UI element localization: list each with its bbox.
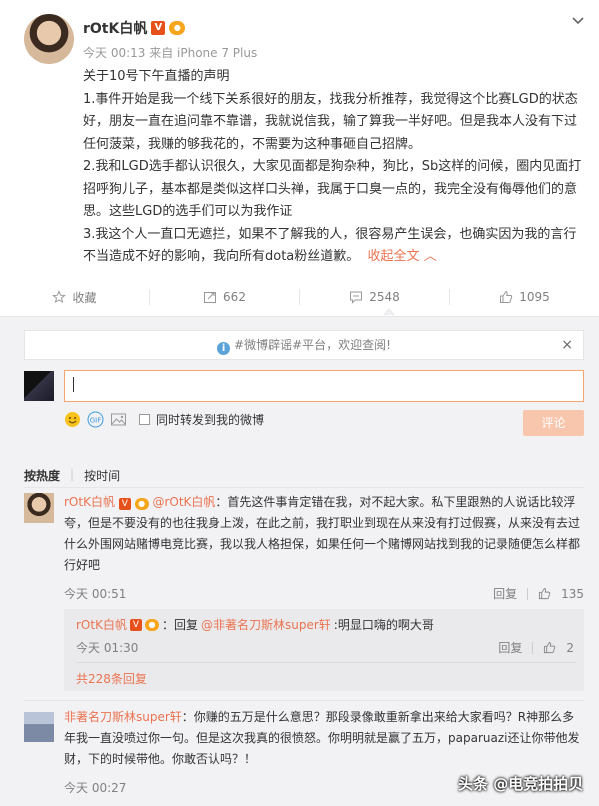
comment-icon <box>350 291 363 304</box>
level-badge-icon: ● <box>169 21 186 35</box>
verified-badge: V <box>118 498 131 510</box>
gif-icon[interactable]: GIF <box>87 411 104 428</box>
thumbs-up-icon <box>500 290 513 303</box>
repost-count: 662 <box>223 290 246 304</box>
favorite-button[interactable]: 收藏 <box>0 289 149 305</box>
divider <box>527 587 529 600</box>
reply-button[interactable]: 回复 <box>498 639 522 656</box>
commenter-avatar[interactable] <box>24 493 54 523</box>
commenter-name[interactable]: 非著名刀斯林super轩 <box>64 710 182 724</box>
reply-author[interactable]: rOtK白帆 <box>76 616 127 633</box>
mention-link[interactable]: @rOtK白帆 <box>152 495 215 509</box>
favorite-label: 收藏 <box>72 290 97 305</box>
emoji-icon[interactable] <box>64 411 81 428</box>
close-icon[interactable]: × <box>561 331 573 359</box>
verified-badge: V <box>129 618 142 631</box>
post-paragraph: 1.事件开始是我一个线下关系很好的朋友，找我分析推荐，我觉得这个比赛LGD的状态… <box>83 91 578 152</box>
mention-link[interactable]: @非著名刀斯林super轩 <box>201 616 331 633</box>
comment-button[interactable]: 2548 <box>299 289 449 305</box>
info-icon: i <box>217 342 231 355</box>
reply-like-count: 2 <box>566 640 574 655</box>
chevron-up-icon[interactable]: ︿ <box>420 249 437 264</box>
comment-count: 2548 <box>369 290 400 304</box>
repost-icon <box>204 292 217 303</box>
comment-time: 今天 00:51 <box>64 587 127 601</box>
notice-text: #微博辟谣#平台，欢迎查阅! <box>234 338 391 352</box>
star-icon <box>52 290 67 304</box>
post-author[interactable]: rOtK白帆 V ● <box>83 18 186 38</box>
sort-tabs: 按热度 | 按时间 <box>24 467 120 484</box>
reply-actions: 回复 2 <box>498 639 574 656</box>
post-action-bar: 收藏 662 2548 1095 <box>0 284 599 310</box>
submit-comment-button[interactable]: 评论 <box>523 410 584 436</box>
tab-sort-hot[interactable]: 按热度 <box>24 467 60 484</box>
repost-checkbox-label: 同时转发到我的微博 <box>156 412 265 427</box>
post-meta: 今天 00:13 来自 iPhone 7 Plus <box>83 46 258 60</box>
post-paragraph: 3.我这个人一直口无遮拦，如果不了解我的人，很容易产生误会，也确实因为我的言行不… <box>83 226 577 265</box>
comment-actions: 回复 135 <box>493 585 584 602</box>
like-count: 1095 <box>519 290 550 304</box>
svg-text:GIF: GIF <box>90 416 102 424</box>
divider <box>24 700 584 701</box>
my-avatar[interactable] <box>24 371 54 401</box>
divider <box>24 487 584 488</box>
post-paragraph: 2.我和LGD选手都认识很久，大家见面都是狗杂种，狗比，Sb这样的问候，圈内见面… <box>83 159 582 219</box>
sub-reply: rOtK白帆 V ● ：回复 @非著名刀斯林super轩:明显口嗨的啊大哥 <box>76 616 434 633</box>
tab-sort-time[interactable]: 按时间 <box>84 467 120 484</box>
level-badge-icon: ● <box>134 498 149 510</box>
thumbs-up-icon[interactable] <box>538 587 551 600</box>
commenter-avatar[interactable] <box>24 712 54 742</box>
more-replies-link[interactable]: 共228条回复 <box>76 670 147 687</box>
repost-checkbox[interactable] <box>139 413 150 425</box>
thumbs-up-icon[interactable] <box>543 641 556 654</box>
watermark: 头条 @电竞拍拍贝 <box>458 775 584 793</box>
caret-up-icon <box>384 309 394 315</box>
collapse-link[interactable]: 收起全文 <box>368 249 420 264</box>
post-avatar[interactable] <box>24 14 74 64</box>
reply-time: 今天 01:30 <box>76 641 139 655</box>
comment-toolbar: GIF 同时转发到我的微博 <box>64 410 264 428</box>
level-badge-icon: ● <box>144 618 159 631</box>
comment-input[interactable] <box>64 370 584 402</box>
rumor-notice[interactable]: i #微博辟谣#平台，欢迎查阅! × <box>24 330 584 360</box>
commenter-name[interactable]: rOtK白帆 <box>64 495 115 509</box>
reply-button[interactable]: 回复 <box>493 585 517 602</box>
like-button[interactable]: 1095 <box>449 289 599 305</box>
comment-text: 非著名刀斯林super轩：你赚的五万是什么意思？那段录像敢重新拿出来给大家看吗？… <box>64 710 580 766</box>
comment-text: rOtK白帆 V ● @rOtK白帆：首先这件事肯定错在我，对不起大家。私下里跟… <box>64 495 581 572</box>
divider <box>532 641 534 654</box>
divider <box>76 662 576 663</box>
post-content: 关于10号下午直播的声明 1.事件开始是我一个线下关系很好的朋友，找我分析推荐，… <box>83 66 583 269</box>
comment-like-count: 135 <box>561 586 584 601</box>
image-icon[interactable] <box>110 411 127 428</box>
comment-time: 今天 00:27 <box>64 781 127 795</box>
verified-badge: V <box>151 21 166 35</box>
chevron-down-icon[interactable] <box>571 14 585 28</box>
sort-separator: | <box>70 467 75 481</box>
repost-button[interactable]: 662 <box>149 289 299 305</box>
post-paragraph: 关于10号下午直播的声明 <box>83 69 230 84</box>
post-author-name[interactable]: rOtK白帆 <box>83 18 147 38</box>
